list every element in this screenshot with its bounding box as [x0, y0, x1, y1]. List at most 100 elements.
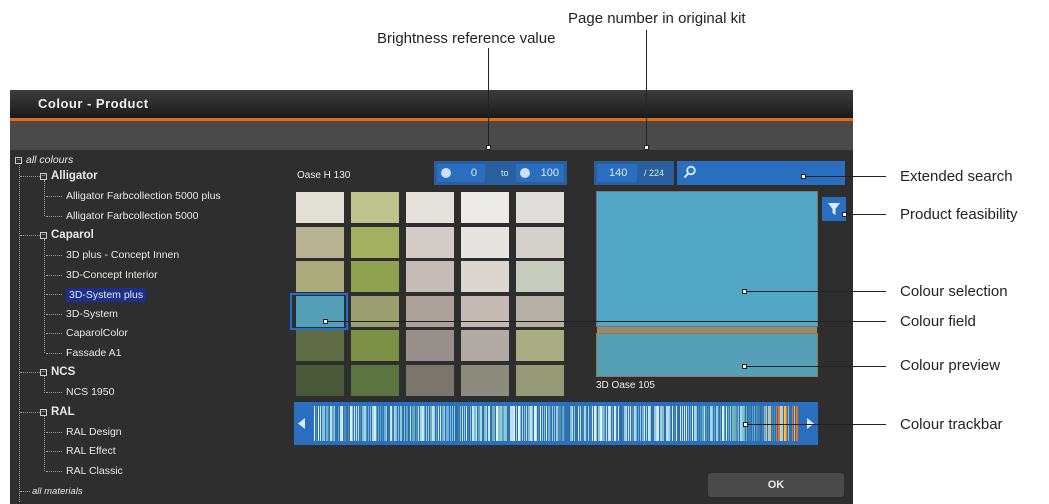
- tree-item[interactable]: NCS 1950: [66, 386, 114, 398]
- tree-group[interactable]: RAL: [51, 406, 75, 418]
- colour-swatch[interactable]: [351, 226, 399, 258]
- colour-swatch[interactable]: [461, 330, 509, 361]
- colour-swatch[interactable]: [406, 261, 454, 292]
- tree-item[interactable]: Fassade A1: [66, 347, 121, 359]
- trackbar-stripe: [560, 406, 561, 441]
- tree-line: [46, 392, 62, 393]
- tree-group[interactable]: Caparol: [51, 229, 94, 241]
- collapse-icon[interactable]: −: [40, 369, 47, 376]
- tree-item[interactable]: 3D-System: [66, 308, 118, 320]
- colour-swatch[interactable]: [351, 192, 399, 223]
- colour-swatch[interactable]: [516, 330, 564, 361]
- arrow-left-icon[interactable]: [298, 418, 306, 429]
- trackbar-stripe: [676, 406, 677, 441]
- colour-swatch[interactable]: [406, 192, 454, 223]
- tree-line: [20, 176, 40, 177]
- current-colour-name: Oase H 130: [297, 170, 351, 181]
- trackbar-stripe: [602, 406, 604, 441]
- colour-swatch[interactable]: [351, 330, 399, 361]
- colour-swatch[interactable]: [516, 192, 564, 223]
- tree-item[interactable]: 3D plus - Concept Innen: [66, 249, 179, 261]
- trackbar-stripe: [412, 406, 414, 441]
- colour-swatch[interactable]: [296, 330, 344, 361]
- tree-item[interactable]: CaparolColor: [66, 327, 128, 339]
- colour-swatch[interactable]: [296, 226, 344, 258]
- collapse-icon[interactable]: −: [40, 173, 47, 180]
- colour-swatch[interactable]: [461, 226, 509, 258]
- trackbar-stripe: [530, 406, 532, 441]
- tree-line: [20, 372, 40, 373]
- trackbar-stripe: [436, 406, 437, 441]
- tree-item[interactable]: 3D-System plus: [66, 288, 147, 302]
- trackbar-stripe: [670, 406, 671, 441]
- colour-swatch[interactable]: [406, 226, 454, 258]
- trackbar-stripe: [640, 406, 641, 441]
- tree-footer[interactable]: all materials: [32, 486, 83, 497]
- trackbar-stripe: [390, 406, 392, 441]
- trackbar-stripe: [580, 406, 581, 441]
- product-feasibility-button[interactable]: [822, 197, 846, 221]
- colour-swatch[interactable]: [406, 330, 454, 361]
- ok-button[interactable]: OK: [708, 473, 844, 497]
- trackbar-stripe: [440, 406, 441, 441]
- tree-line: [46, 470, 62, 472]
- title-bar: Colour - Product: [10, 90, 853, 118]
- collapse-icon[interactable]: −: [15, 157, 22, 164]
- trackbar-stripe: [526, 406, 527, 441]
- leader-dot: [842, 212, 847, 217]
- collapse-icon[interactable]: −: [40, 408, 47, 416]
- colour-swatch[interactable]: [516, 261, 564, 292]
- trackbar-stripe: [626, 406, 627, 441]
- colour-swatch[interactable]: [296, 261, 344, 292]
- tree-item[interactable]: RAL Classic: [66, 465, 123, 477]
- colour-swatch[interactable]: [516, 226, 564, 258]
- brightness-from-input[interactable]: 0: [437, 164, 485, 182]
- trackbar-stripe: [722, 406, 724, 441]
- trackbar-stripe: [650, 406, 651, 441]
- leader-dot: [801, 174, 806, 179]
- trackbar-stripe: [320, 406, 321, 441]
- colour-trackbar[interactable]: [294, 402, 818, 445]
- colour-selection-panel[interactable]: [596, 191, 818, 327]
- colour-swatch[interactable]: [351, 261, 399, 292]
- colour-swatch[interactable]: [461, 192, 509, 223]
- trackbar-stripe: [338, 406, 339, 441]
- extended-search-input[interactable]: [677, 161, 845, 185]
- trackbar-stripe: [590, 406, 592, 441]
- trackbar-stripe: [696, 406, 697, 441]
- trackbar-stripe: [500, 406, 502, 441]
- brightness-icon: [441, 168, 451, 178]
- colour-swatch[interactable]: [296, 364, 344, 396]
- collapse-icon[interactable]: −: [40, 232, 47, 239]
- tree-group[interactable]: Alligator: [51, 170, 98, 182]
- trackbar-stripe: [620, 406, 621, 441]
- leader-line: [845, 214, 886, 215]
- tree-item[interactable]: RAL Effect: [66, 445, 116, 457]
- tree-item[interactable]: 3D-Concept Interior: [66, 269, 158, 281]
- trackbar-stripe: [348, 406, 349, 441]
- colour-swatch[interactable]: [296, 192, 344, 223]
- search-icon[interactable]: [683, 165, 697, 179]
- trackbar-stripe: [738, 406, 739, 441]
- tree-root[interactable]: all colours: [26, 154, 73, 166]
- brightness-to-label: to: [501, 168, 509, 178]
- colour-swatch[interactable]: [351, 364, 399, 396]
- tree-item[interactable]: RAL Design: [66, 426, 122, 438]
- trackbar-stripe: [474, 406, 476, 441]
- trackbar-stripe: [720, 406, 721, 441]
- tree-item[interactable]: Alligator Farbcollection 5000: [66, 210, 199, 222]
- colour-swatch[interactable]: [516, 364, 564, 396]
- colour-swatch[interactable]: [406, 364, 454, 396]
- tree-line: [46, 274, 62, 276]
- trackbar-stripe: [512, 406, 514, 441]
- tree-item[interactable]: Alligator Farbcollection 5000 plus: [66, 190, 221, 202]
- trackbar-stripe: [718, 406, 719, 441]
- colour-swatch[interactable]: [461, 364, 509, 396]
- trackbar-strip[interactable]: [314, 406, 798, 441]
- page-number-input[interactable]: 140: [597, 164, 637, 182]
- tree-group[interactable]: NCS: [51, 366, 75, 378]
- trackbar-stripe: [508, 406, 509, 441]
- colour-swatch[interactable]: [461, 261, 509, 292]
- trackbar-stripe: [466, 406, 467, 441]
- brightness-to-input[interactable]: 100: [516, 164, 564, 182]
